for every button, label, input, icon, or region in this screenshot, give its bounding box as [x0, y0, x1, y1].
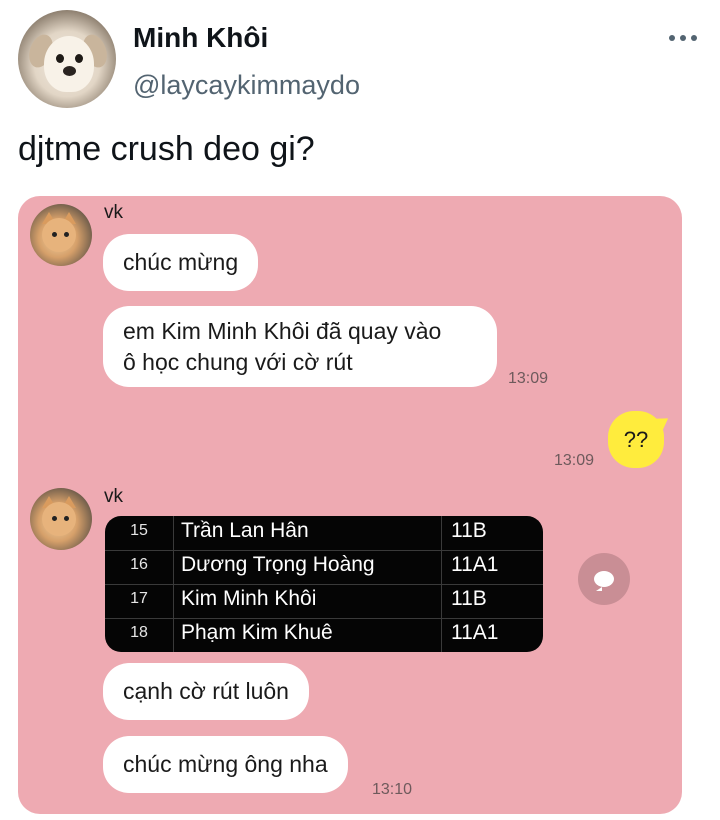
chat-bubble-outgoing: ??: [608, 411, 664, 468]
message-timestamp: 13:10: [372, 781, 413, 798]
chat-bubble-incoming: cạnh cờ rút luôn: [103, 663, 309, 720]
more-dot: [669, 35, 675, 41]
share-glyph: [594, 571, 614, 591]
tweet-text: djtme crush deo gi?: [18, 130, 315, 168]
chat-avatar-vk: [30, 488, 92, 550]
message-timestamp: 13:09: [508, 370, 549, 387]
cat-face: [42, 502, 76, 536]
more-dot: [691, 35, 697, 41]
author-handle[interactable]: @laycaykimmaydo: [133, 70, 360, 101]
author-avatar[interactable]: [18, 10, 116, 108]
student-name: Kim Minh Khôi: [181, 587, 317, 610]
table-row: 15 Trần Lan Hân 11B: [105, 516, 543, 550]
chat-sender-name: vk: [104, 202, 123, 223]
student-class: 11A1: [451, 553, 499, 576]
cat-eye-right: [64, 516, 69, 521]
chat-sender-name: vk: [104, 486, 123, 507]
chat-bubble-incoming: chúc mừng: [103, 234, 259, 291]
cat-eye-left: [52, 516, 57, 521]
chat-bubble-line: em Kim Minh Khôi đã quay vào: [123, 318, 442, 344]
dog-face: [44, 36, 94, 92]
student-class: 11A1: [451, 621, 499, 644]
row-number: 15: [130, 522, 148, 539]
dog-eye-left: [56, 54, 64, 63]
table-row: 17 Kim Minh Khôi 11B: [105, 584, 543, 618]
row-number: 17: [130, 590, 148, 607]
chat-avatar-vk: [30, 204, 92, 266]
row-number: 16: [130, 556, 148, 573]
chat-bubble-line: ô học chung với cờ rút: [123, 349, 353, 375]
class-list-image[interactable]: 15 Trần Lan Hân 11B 16 Dương Trọng Hoàng…: [105, 516, 543, 652]
chat-bubble-incoming: chúc mừng ông nha: [103, 736, 348, 793]
tweet-header: Minh Khôi @laycaykimmaydo: [0, 0, 720, 110]
dog-eye-right: [75, 54, 83, 63]
table-row: 18 Phạm Kim Khuê 11A1: [105, 618, 543, 652]
student-class: 11B: [451, 519, 487, 542]
tweet-media-chat-screenshot[interactable]: vk chúc mừng em Kim Minh Khôi đã quay và…: [18, 196, 682, 814]
author-display-name[interactable]: Minh Khôi: [133, 22, 268, 54]
chat-bubble-incoming: em Kim Minh Khôi đã quay vào ô học chung…: [103, 306, 497, 387]
student-name: Dương Trọng Hoàng: [181, 553, 375, 576]
cat-eye-right: [64, 232, 69, 237]
student-class: 11B: [451, 587, 487, 610]
message-timestamp: 13:09: [554, 452, 595, 469]
student-name: Phạm Kim Khuê: [181, 621, 333, 644]
table-row: 16 Dương Trọng Hoàng 11A1: [105, 550, 543, 584]
more-dot: [680, 35, 686, 41]
student-name: Trần Lan Hân: [181, 519, 309, 542]
dog-nose: [63, 66, 76, 76]
cat-eye-left: [52, 232, 57, 237]
share-bubble-icon[interactable]: [578, 553, 630, 605]
row-number: 18: [130, 624, 148, 641]
cat-face: [42, 218, 76, 252]
more-horizontal-icon[interactable]: [665, 28, 701, 48]
